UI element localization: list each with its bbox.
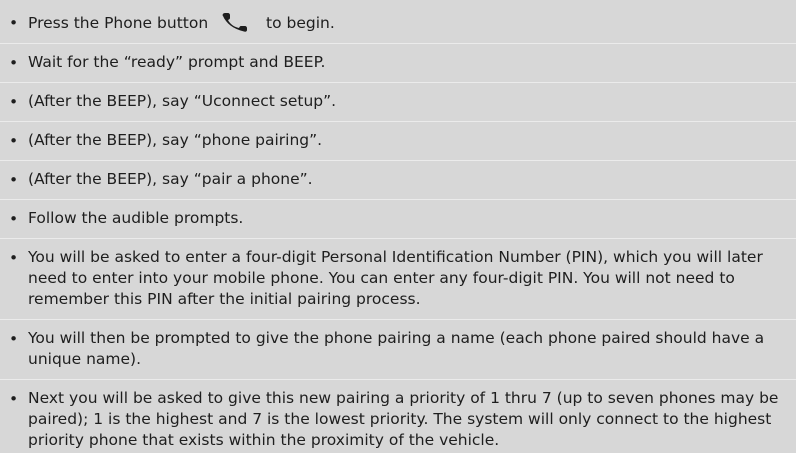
step-text: (After the BEEP), say “Uconnect setup”. <box>28 92 337 110</box>
bullet: • <box>9 249 19 267</box>
bullet: • <box>9 93 19 111</box>
bullet: • <box>9 14 19 32</box>
step-text: Follow the audible prompts. <box>28 209 244 227</box>
list-item: • You will then be prompted to give the … <box>0 319 796 379</box>
list-item: • Next you will be asked to give this ne… <box>0 379 796 453</box>
phone-handset-icon <box>221 12 251 32</box>
instruction-list: • Press the Phone button to begin. • Wai… <box>0 4 796 453</box>
list-item: • (After the BEEP), say “phone pairing”. <box>0 121 796 160</box>
bullet: • <box>9 390 19 408</box>
step-text-after-icon: to begin. <box>266 14 335 32</box>
list-item: • Press the Phone button to begin. <box>0 4 796 43</box>
step-text: You will then be prompted to give the ph… <box>28 329 765 368</box>
list-item: • (After the BEEP), say “pair a phone”. <box>0 160 796 199</box>
step-text: (After the BEEP), say “pair a phone”. <box>28 170 313 188</box>
bullet: • <box>9 210 19 228</box>
list-item: • Follow the audible prompts. <box>0 199 796 238</box>
bullet: • <box>9 171 19 189</box>
bullet: • <box>9 54 19 72</box>
step-text: Next you will be asked to give this new … <box>28 389 779 449</box>
instruction-page: • Press the Phone button to begin. • Wai… <box>0 0 796 453</box>
step-text-before-icon: Press the Phone button <box>28 14 209 32</box>
bullet: • <box>9 330 19 348</box>
list-item: • (After the BEEP), say “Uconnect setup”… <box>0 82 796 121</box>
bullet: • <box>9 132 19 150</box>
step-text: (After the BEEP), say “phone pairing”. <box>28 131 323 149</box>
list-item: • Wait for the “ready” prompt and BEEP. <box>0 43 796 82</box>
list-item: • You will be asked to enter a four-digi… <box>0 238 796 319</box>
step-text: You will be asked to enter a four-digit … <box>28 248 763 308</box>
step-text: Wait for the “ready” prompt and BEEP. <box>28 53 326 71</box>
